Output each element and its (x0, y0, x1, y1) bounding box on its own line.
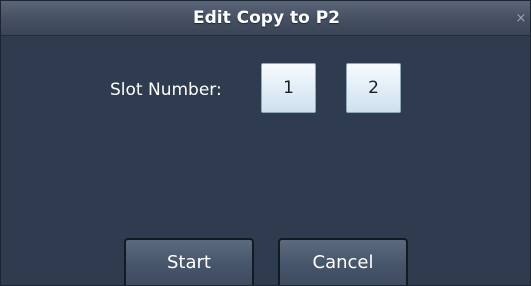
slot-number-label: Slot Number: (110, 80, 222, 100)
close-icon[interactable]: × (514, 12, 528, 26)
cancel-button[interactable]: Cancel (278, 238, 408, 285)
edit-copy-dialog: Edit Copy to P2 × Slot Number: 1 2 Start… (0, 0, 531, 286)
dialog-titlebar: Edit Copy to P2 × (1, 1, 530, 36)
slot-2-button[interactable]: 2 (346, 63, 401, 113)
dialog-title: Edit Copy to P2 (193, 8, 340, 28)
start-button[interactable]: Start (124, 238, 254, 285)
slot-1-button[interactable]: 1 (261, 63, 316, 113)
